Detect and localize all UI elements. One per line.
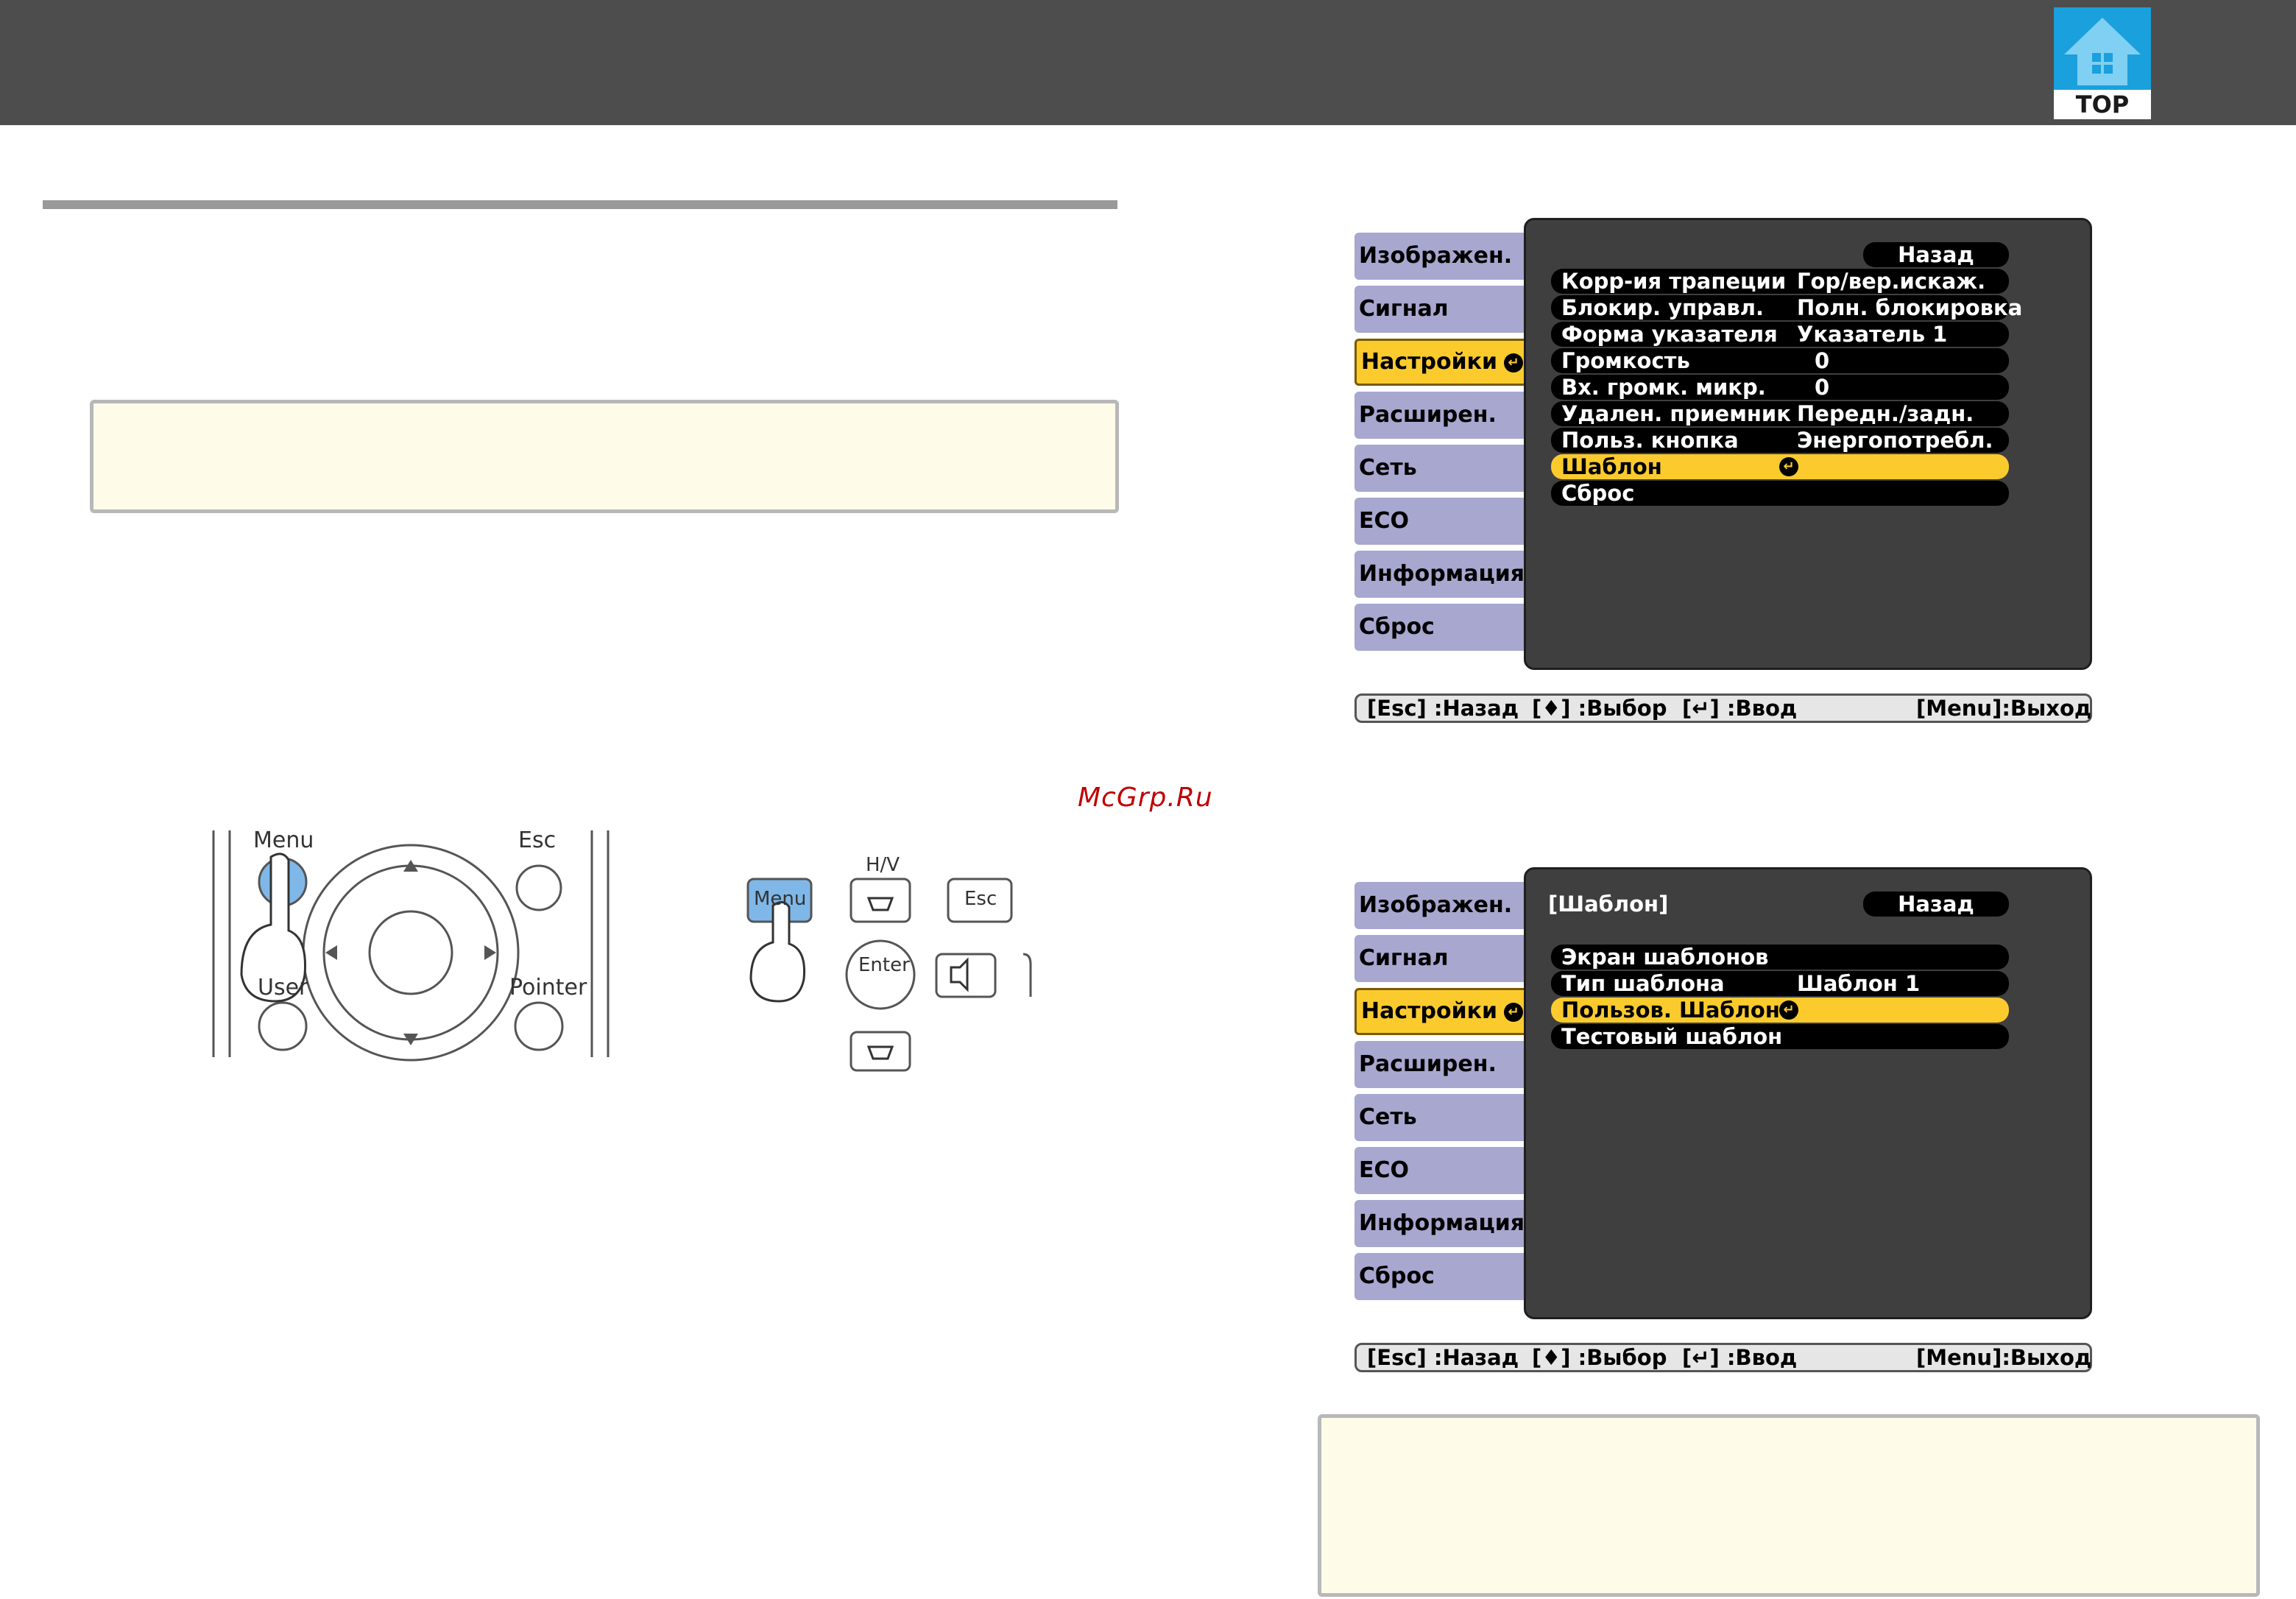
- menu1-item-keystone[interactable]: Корр-ия трапеции Гор/вер.искаж.: [1551, 269, 2009, 294]
- menu1-item-label: Шаблон: [1561, 454, 1662, 479]
- menu1-tab-settings[interactable]: Настройки ↵: [1354, 339, 1531, 386]
- remote-esc-label: Esc: [518, 827, 557, 853]
- menu1-tab-info[interactable]: Информация: [1354, 551, 1531, 598]
- menu1-item-label: Вх. громк. микр.: [1561, 375, 1766, 400]
- remote-control-illustration: Menu Esc User Pointer: [212, 827, 610, 1065]
- menu1-item-remote-receiver[interactable]: Удален. приемник Передн./задн.: [1551, 401, 2009, 426]
- panel-enter-label: Enter: [858, 954, 910, 976]
- control-panel-illustration: H/V Menu Esc Enter: [721, 854, 1045, 1075]
- projector-menu-pattern: Изображен. Сигнал Настройки ↵ Расширен. …: [1350, 867, 2092, 1383]
- menu2-status-bar: [Esc] :Назад [♦] :Выбор [↵] :Ввод [Menu]…: [1354, 1343, 2092, 1372]
- menu2-panel: [Шаблон] Назад Экран шаблонов Тип шаблон…: [1524, 867, 2092, 1319]
- menu1-item-value: Указатель 1: [1797, 322, 1948, 347]
- menu1-item-value: Полн. блокировка: [1797, 295, 2023, 320]
- watermark: McGrp.Ru: [1078, 783, 1213, 813]
- status-menu: [Menu]:Выход: [1916, 696, 2092, 721]
- menu1-item-volume[interactable]: Громкость 0: [1551, 348, 2009, 373]
- enter-icon: ↵: [1779, 457, 1798, 476]
- menu2-item-pattern-type[interactable]: Тип шаблона Шаблон 1: [1551, 971, 2009, 996]
- menu1-item-pattern[interactable]: Шаблон ↵: [1551, 454, 2009, 479]
- status-esc: [Esc] :Назад: [1367, 1345, 1519, 1370]
- menu1-item-value: Энергопотребл.: [1797, 428, 1993, 453]
- menu2-tab-eco[interactable]: ECO: [1354, 1147, 1531, 1194]
- remote-user-label: User: [258, 975, 308, 1000]
- menu1-tab-network[interactable]: Сеть: [1354, 445, 1531, 492]
- menu1-item-pointer-shape[interactable]: Форма указателя Указатель 1: [1551, 322, 2009, 347]
- menu1-tab-eco[interactable]: ECO: [1354, 498, 1531, 545]
- status-select: [♦] :Выбор: [1532, 1345, 1667, 1370]
- menu2-tab-info[interactable]: Информация: [1354, 1200, 1531, 1247]
- menu1-item-label: Блокир. управл.: [1561, 295, 1765, 320]
- menu1-tab-extended[interactable]: Расширен.: [1354, 392, 1531, 439]
- menu2-back-button[interactable]: Назад: [1863, 892, 2009, 917]
- note-box-bottom: [1318, 1414, 2260, 1597]
- menu1-tab-reset[interactable]: Сброс: [1354, 604, 1531, 651]
- menu1-item-label: Сброс: [1561, 481, 1635, 506]
- status-menu: [Menu]:Выход: [1916, 1345, 2092, 1370]
- menu2-tab-network[interactable]: Сеть: [1354, 1094, 1531, 1141]
- menu2-item-label: Экран шаблонов: [1561, 945, 1769, 970]
- menu1-item-reset[interactable]: Сброс: [1551, 481, 2009, 506]
- menu1-item-label: Громкость: [1561, 348, 1690, 373]
- menu2-tab-reset[interactable]: Сброс: [1354, 1253, 1531, 1300]
- status-esc: [Esc] :Назад: [1367, 696, 1519, 721]
- menu1-item-value: Передн./задн.: [1797, 401, 1974, 426]
- house-icon: [2054, 7, 2151, 90]
- menu2-item-label: Тестовый шаблон: [1561, 1024, 1783, 1049]
- menu2-item-value: Шаблон 1: [1797, 971, 1921, 996]
- status-select: [♦] :Выбор: [1532, 696, 1667, 721]
- menu1-item-value: 0: [1815, 348, 1830, 373]
- menu2-tab-settings-label: Настройки: [1361, 998, 1498, 1024]
- menu1-item-label: Корр-ия трапеции: [1561, 269, 1787, 294]
- remote-drawing: [212, 830, 610, 1062]
- menu1-panel: Назад Корр-ия трапеции Гор/вер.искаж. Бл…: [1524, 218, 2092, 670]
- menu2-tab-image[interactable]: Изображен.: [1354, 882, 1531, 929]
- top-link-button[interactable]: TOP: [2054, 7, 2151, 119]
- menu2-item-label: Пользов. Шаблон: [1561, 998, 1780, 1023]
- menu1-item-value: Гор/вер.искаж.: [1797, 269, 1986, 294]
- status-enter: [↵] :Ввод: [1682, 1345, 1798, 1370]
- menu1-item-value: 0: [1815, 375, 1830, 400]
- enter-icon: ↵: [1504, 353, 1523, 373]
- menu2-heading: [Шаблон]: [1548, 892, 1669, 917]
- menu1-item-mic-volume[interactable]: Вх. громк. микр. 0: [1551, 375, 2009, 400]
- menu2-item-test-pattern[interactable]: Тестовый шаблон: [1551, 1024, 2009, 1049]
- panel-hv-label: H/V: [866, 854, 900, 876]
- menu2-item-pattern-display[interactable]: Экран шаблонов: [1551, 945, 2009, 970]
- menu1-tab-image[interactable]: Изображен.: [1354, 233, 1531, 280]
- menu1-status-bar: [Esc] :Назад [♦] :Выбор [↵] :Ввод [Menu]…: [1354, 693, 2092, 723]
- menu1-item-user-button[interactable]: Польз. кнопка Энергопотребл.: [1551, 428, 2009, 453]
- menu1-back-button[interactable]: Назад: [1863, 242, 2009, 267]
- menu1-item-label: Удален. приемник: [1561, 401, 1791, 426]
- section-divider: [43, 200, 1117, 209]
- menu2-tab-signal[interactable]: Сигнал: [1354, 935, 1531, 982]
- note-box: [90, 400, 1119, 513]
- menu2-tab-settings[interactable]: Настройки ↵: [1354, 988, 1531, 1035]
- menu1-tab-signal[interactable]: Сигнал: [1354, 286, 1531, 333]
- menu1-item-lock[interactable]: Блокир. управл. Полн. блокировка: [1551, 295, 2022, 320]
- menu2-item-label: Тип шаблона: [1561, 971, 1725, 996]
- menu1-item-label: Форма указателя: [1561, 322, 1778, 347]
- menu1-tab-settings-label: Настройки: [1361, 349, 1498, 375]
- remote-pointer-label: Pointer: [509, 975, 587, 1000]
- panel-esc-label: Esc: [964, 888, 997, 910]
- panel-menu-label: Menu: [754, 888, 807, 910]
- remote-menu-label: Menu: [253, 827, 314, 853]
- menu2-tab-extended[interactable]: Расширен.: [1354, 1041, 1531, 1088]
- header-bar: [0, 0, 2296, 125]
- top-logo-label: TOP: [2054, 90, 2151, 119]
- enter-icon: ↵: [1779, 1000, 1798, 1020]
- enter-icon: ↵: [1504, 1003, 1523, 1022]
- status-enter: [↵] :Ввод: [1682, 696, 1798, 721]
- menu1-item-label: Польз. кнопка: [1561, 428, 1739, 453]
- projector-menu-settings: Изображен. Сигнал Настройки ↵ Расширен. …: [1350, 218, 2092, 733]
- menu2-item-user-pattern[interactable]: Пользов. Шаблон ↵: [1551, 998, 2009, 1023]
